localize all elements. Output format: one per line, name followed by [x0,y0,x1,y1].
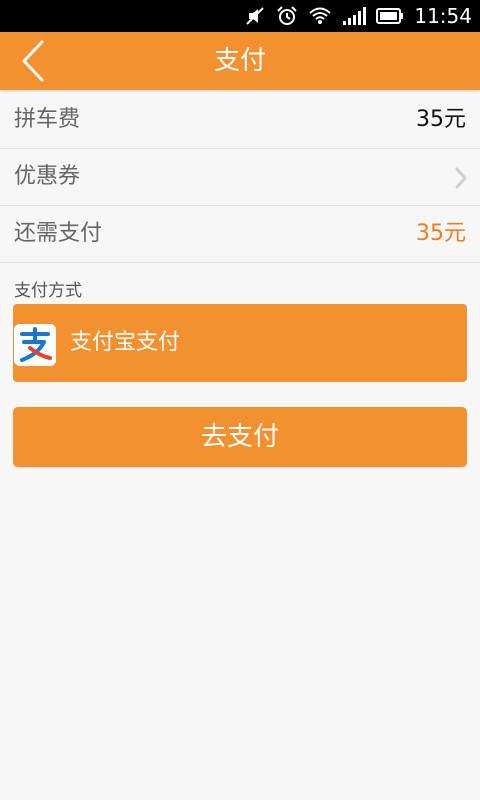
mute-icon [244,5,266,27]
battery-icon [376,7,404,25]
alipay-option-label: 支付宝支付 [70,330,181,355]
status-bar: 11:54 [0,0,480,32]
chevron-right-icon [455,167,467,189]
coupon-row[interactable]: 优惠券 [0,149,480,206]
amount-due-row: 还需支付 35元 [0,206,480,263]
status-clock: 11:54 [414,4,472,28]
amount-due-value: 35元 [416,221,466,246]
fare-row: 拼车费 35元 [0,92,480,149]
status-icons: 11:54 [244,0,472,32]
fare-value: 35元 [416,107,466,132]
fare-label: 拼车费 [14,107,81,132]
payment-method-heading: 支付方式 [14,281,82,301]
alipay-icon [14,324,56,366]
amount-due-label: 还需支付 [14,221,103,246]
alarm-icon [276,5,298,27]
coupon-label: 优惠券 [14,164,81,189]
signal-icon [342,6,367,26]
app-bar: 支付 [0,32,480,90]
pay-button[interactable]: 去支付 [13,407,467,467]
wifi-icon [308,6,332,26]
alipay-option[interactable]: 支付宝支付 [13,304,467,382]
page-title: 支付 [213,46,266,76]
